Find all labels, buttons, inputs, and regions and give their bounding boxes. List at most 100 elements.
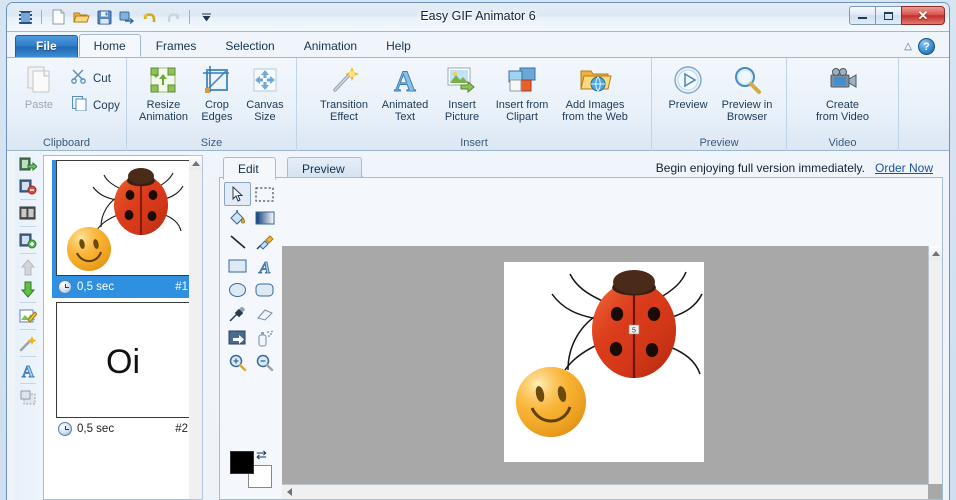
folder-open-icon[interactable] [71, 7, 91, 27]
preview-button[interactable]: Preview [660, 61, 716, 111]
collapse-ribbon-icon[interactable]: △ [904, 41, 912, 52]
edit-frame-button[interactable] [15, 305, 41, 327]
canvas-vertical-scrollbar[interactable] [928, 246, 942, 484]
canvas-scroll-left-button[interactable] [282, 485, 296, 499]
canvas-size-button[interactable]: Canvas Size [241, 61, 289, 123]
chevron-down-icon[interactable] [196, 7, 216, 27]
tool-row [224, 278, 278, 302]
frame-text-content: Oi [106, 343, 140, 381]
tab-edit[interactable]: Edit [223, 157, 276, 180]
maximize-button[interactable] [875, 6, 902, 25]
ellipse-tool-button[interactable] [224, 278, 251, 302]
table-row[interactable]: Oi 0,5 sec #2 [52, 302, 194, 440]
eraser-tool-button[interactable] [251, 302, 278, 326]
empty-items [899, 58, 949, 136]
frame-tools-separator-6 [20, 356, 36, 357]
clipboard-group-label: Clipboard [42, 137, 91, 149]
marquee-select-tool-button[interactable] [251, 182, 278, 206]
cut-label: Cut [93, 72, 111, 85]
pointer-tool-button[interactable] [224, 182, 251, 206]
insert-frame-button[interactable] [15, 153, 41, 175]
paint-bucket-tool-button[interactable] [224, 206, 251, 230]
frames-scrollbar[interactable] [189, 155, 203, 500]
tool-row [224, 206, 278, 230]
transform-tool-button[interactable] [224, 326, 251, 350]
gradient-tool-button[interactable] [251, 206, 278, 230]
insert-picture-button[interactable]: Insert Picture [435, 61, 489, 123]
floppy-disk-icon[interactable] [94, 7, 114, 27]
create-from-video-button[interactable]: Create from Video [808, 61, 878, 123]
copy-button[interactable]: Copy [65, 92, 126, 119]
canvas-scroll-up-button[interactable] [929, 246, 942, 260]
frames-list-panel[interactable]: 0,5 sec #1 Oi 0,5 sec #2 [43, 155, 203, 500]
undo-arrow-icon[interactable] [140, 7, 160, 27]
help-icon[interactable]: ? [918, 38, 935, 55]
paste-label: Paste [24, 99, 54, 111]
chevron-up-icon [931, 250, 940, 256]
canvas-area[interactable]: 5 [282, 246, 942, 499]
rounded-rectangle-tool-button[interactable] [251, 278, 278, 302]
promo-banner: Begin enjoying full version immediately.… [656, 161, 933, 175]
brush-tool-button[interactable] [251, 230, 278, 254]
spray-can-tool-button[interactable] [251, 326, 278, 350]
move-frame-up-button[interactable] [15, 256, 41, 278]
tab-file[interactable]: File [15, 35, 78, 57]
canvas-image[interactable]: 5 [504, 262, 704, 462]
select-region-button[interactable] [15, 386, 41, 408]
film-strip-icon[interactable] [15, 7, 35, 27]
window-controls: ✕ [849, 6, 945, 25]
letter-a-icon: A [389, 63, 421, 97]
animated-text-button[interactable]: A Animated Text [375, 61, 435, 124]
add-text-button[interactable]: A [15, 359, 41, 381]
svg-text:A: A [394, 65, 416, 96]
frame-thumbnail: Oi [56, 302, 190, 418]
frame-tools-strip: A [15, 153, 41, 500]
transition-effect-button[interactable]: Transition Effect [313, 61, 375, 123]
tab-selection[interactable]: Selection [211, 36, 288, 57]
rectangle-tool-button[interactable] [224, 254, 251, 278]
swap-colors-icon[interactable]: ⇄ [256, 447, 267, 463]
insert-items: Transition Effect A Animated Text Insert… [297, 58, 651, 136]
preview-in-browser-label: Preview in Browser [721, 99, 773, 123]
paste-button[interactable]: Paste [13, 61, 65, 111]
resize-animation-button[interactable]: Resize Animation [134, 61, 193, 123]
minimize-button[interactable] [849, 6, 876, 25]
frame-list-item[interactable]: 0,5 sec #1 [52, 160, 194, 298]
export-icon[interactable] [117, 7, 137, 27]
crop-edges-button[interactable]: Crop Edges [193, 61, 241, 123]
cut-button[interactable]: Cut [65, 65, 126, 92]
insert-from-clipart-button[interactable]: Insert from Clipart [489, 61, 555, 123]
tab-help[interactable]: Help [372, 36, 425, 57]
order-now-link[interactable]: Order Now [875, 161, 933, 175]
ribbon-group-size: Resize Animation Crop Edges Canvas Size … [127, 58, 297, 151]
page-icon[interactable] [48, 7, 68, 27]
duplicate-frame-button[interactable] [15, 202, 41, 224]
text-tool-button[interactable]: A [251, 254, 278, 278]
preview-in-browser-button[interactable]: Preview in Browser [716, 61, 778, 123]
foreground-color-swatch[interactable] [230, 451, 254, 474]
add-frame-button[interactable] [15, 229, 41, 251]
close-button[interactable]: ✕ [901, 6, 945, 25]
magic-wand-button[interactable] [15, 332, 41, 354]
tab-animation[interactable]: Animation [290, 36, 371, 57]
zoom-out-tool-button[interactable] [251, 350, 278, 374]
line-tool-button[interactable] [224, 230, 251, 254]
tool-row [224, 302, 278, 326]
tab-home[interactable]: Home [78, 34, 141, 57]
ribbon-group-clipboard: Paste Cut Copy Clipboard [7, 58, 127, 151]
delete-frame-button[interactable] [15, 175, 41, 197]
crop-edges-label: Crop Edges [201, 99, 233, 123]
move-frame-down-button[interactable] [15, 278, 41, 300]
canvas-horizontal-scrollbar[interactable] [282, 484, 928, 499]
size-group-label: Size [200, 137, 223, 149]
animated-text-label: Animated Text [381, 99, 429, 123]
resize-animation-label: Resize Animation [139, 99, 188, 123]
tool-row [224, 230, 278, 254]
tab-frames[interactable]: Frames [142, 36, 211, 57]
svg-text:5: 5 [632, 328, 636, 335]
zoom-in-tool-button[interactable] [224, 350, 251, 374]
add-images-from-web-button[interactable]: Add Images from the Web [555, 61, 635, 123]
tool-palette: A ⇄ [224, 182, 278, 495]
eyedropper-tool-button[interactable] [224, 302, 251, 326]
frames-scroll-up-button[interactable] [189, 156, 202, 170]
